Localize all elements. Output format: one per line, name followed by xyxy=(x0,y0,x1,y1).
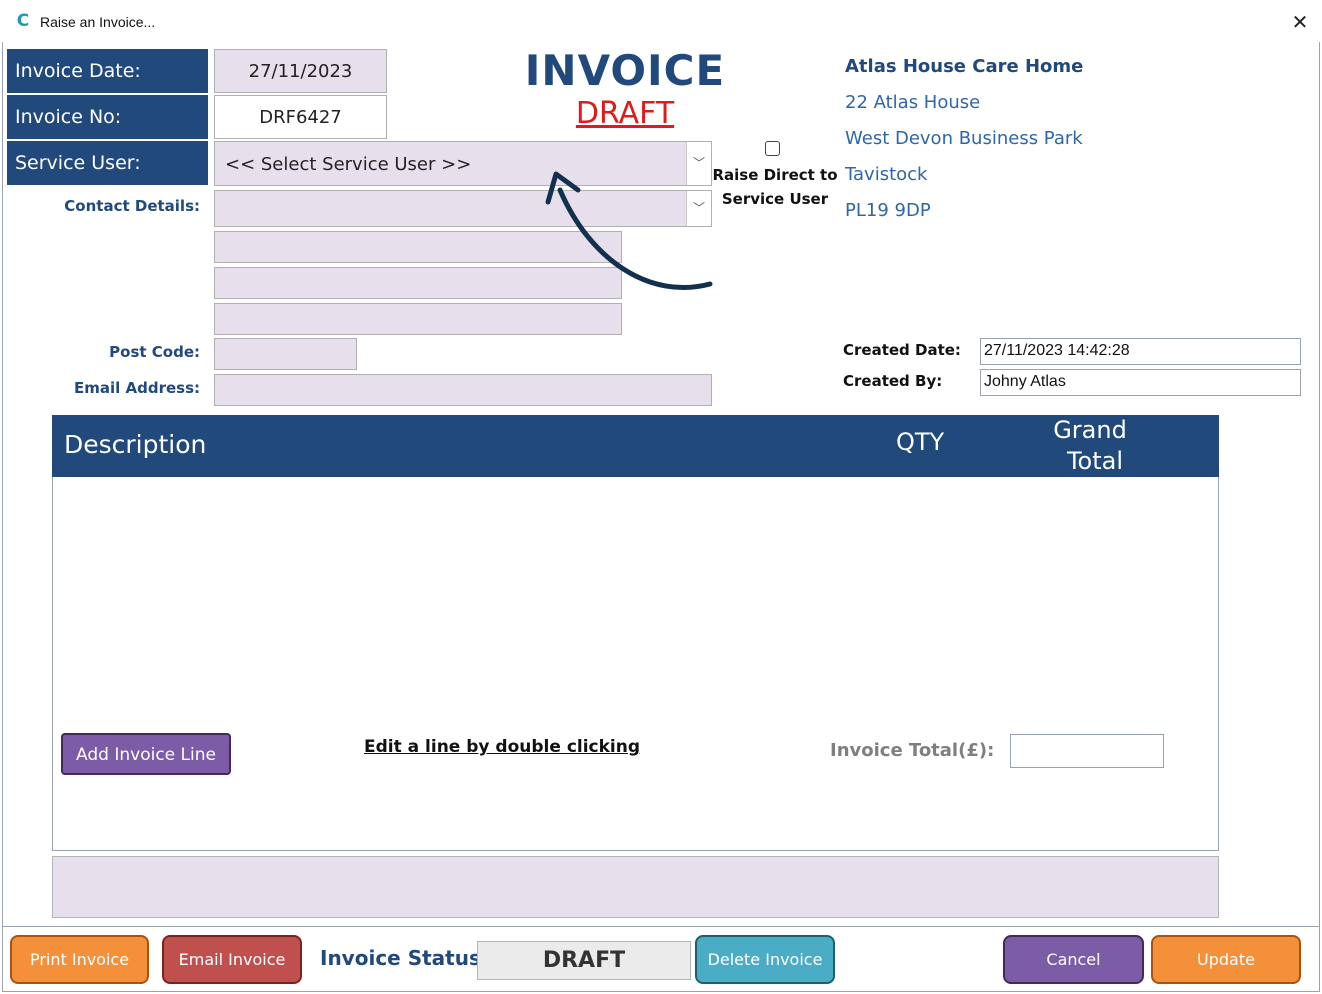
created-by-field: Johny Atlas xyxy=(980,369,1301,396)
created-by-label: Created By: xyxy=(843,372,943,390)
invoice-no-label: Invoice No: xyxy=(7,95,208,139)
print-invoice-button[interactable]: Print Invoice xyxy=(10,935,149,984)
created-date-label: Created Date: xyxy=(843,341,961,359)
app-logo-icon: C xyxy=(16,11,30,31)
service-user-label: Service User: xyxy=(7,141,208,185)
company-address-postcode: PL19 9DP xyxy=(845,200,931,221)
footer-divider xyxy=(2,926,1320,927)
raise-direct-checkbox[interactable] xyxy=(765,141,780,156)
invoice-total-label: Invoice Total(£): xyxy=(830,740,995,761)
invoice-heading: INVOICE xyxy=(524,46,726,95)
column-description: Description xyxy=(64,430,207,459)
edit-line-hint: Edit a line by double clicking xyxy=(364,737,641,757)
close-icon[interactable]: ✕ xyxy=(1286,8,1314,36)
update-button[interactable]: Update xyxy=(1151,935,1301,984)
post-code-field[interactable] xyxy=(214,338,357,370)
contact-details-label: Contact Details: xyxy=(64,197,200,215)
invoice-date-label: Invoice Date: xyxy=(7,49,208,93)
service-user-value: << Select Service User >> xyxy=(225,154,472,175)
column-grand-total: Grand Total xyxy=(1030,415,1150,477)
email-address-field[interactable] xyxy=(214,374,712,406)
notes-field[interactable] xyxy=(52,856,1219,918)
column-grand-total-line1: Grand xyxy=(1053,416,1127,444)
created-date-field: 27/11/2023 14:42:28 xyxy=(980,338,1301,365)
company-address-line-1: 22 Atlas House xyxy=(845,92,981,113)
invoice-total-field xyxy=(1010,734,1164,768)
cancel-button[interactable]: Cancel xyxy=(1003,935,1144,984)
invoice-lines-panel[interactable] xyxy=(52,415,1219,851)
pointer-arrow-icon xyxy=(545,171,713,290)
invoice-status-field: DRAFT xyxy=(477,941,691,980)
email-address-label: Email Address: xyxy=(73,379,200,397)
column-qty: QTY xyxy=(896,428,945,456)
post-code-label: Post Code: xyxy=(109,343,200,361)
title-bar xyxy=(2,4,1320,42)
company-address-line-2: West Devon Business Park xyxy=(845,128,1083,149)
email-invoice-button[interactable]: Email Invoice xyxy=(162,935,302,984)
company-address-town: Tavistock xyxy=(845,164,928,185)
company-name: Atlas House Care Home xyxy=(845,56,1084,77)
invoice-status-label: Invoice Status: xyxy=(320,946,489,970)
invoice-no-field[interactable]: DRF6427 xyxy=(214,95,387,139)
add-invoice-line-button[interactable]: Add Invoice Line xyxy=(61,733,231,775)
column-grand-total-line2: Total xyxy=(1066,447,1124,475)
invoice-date-field[interactable]: 27/11/2023 xyxy=(214,49,387,93)
delete-invoice-button[interactable]: Delete Invoice xyxy=(695,935,835,984)
window-title: Raise an Invoice... xyxy=(40,14,156,30)
draft-heading: DRAFT xyxy=(575,96,675,131)
address-line-3-field[interactable] xyxy=(214,303,622,335)
